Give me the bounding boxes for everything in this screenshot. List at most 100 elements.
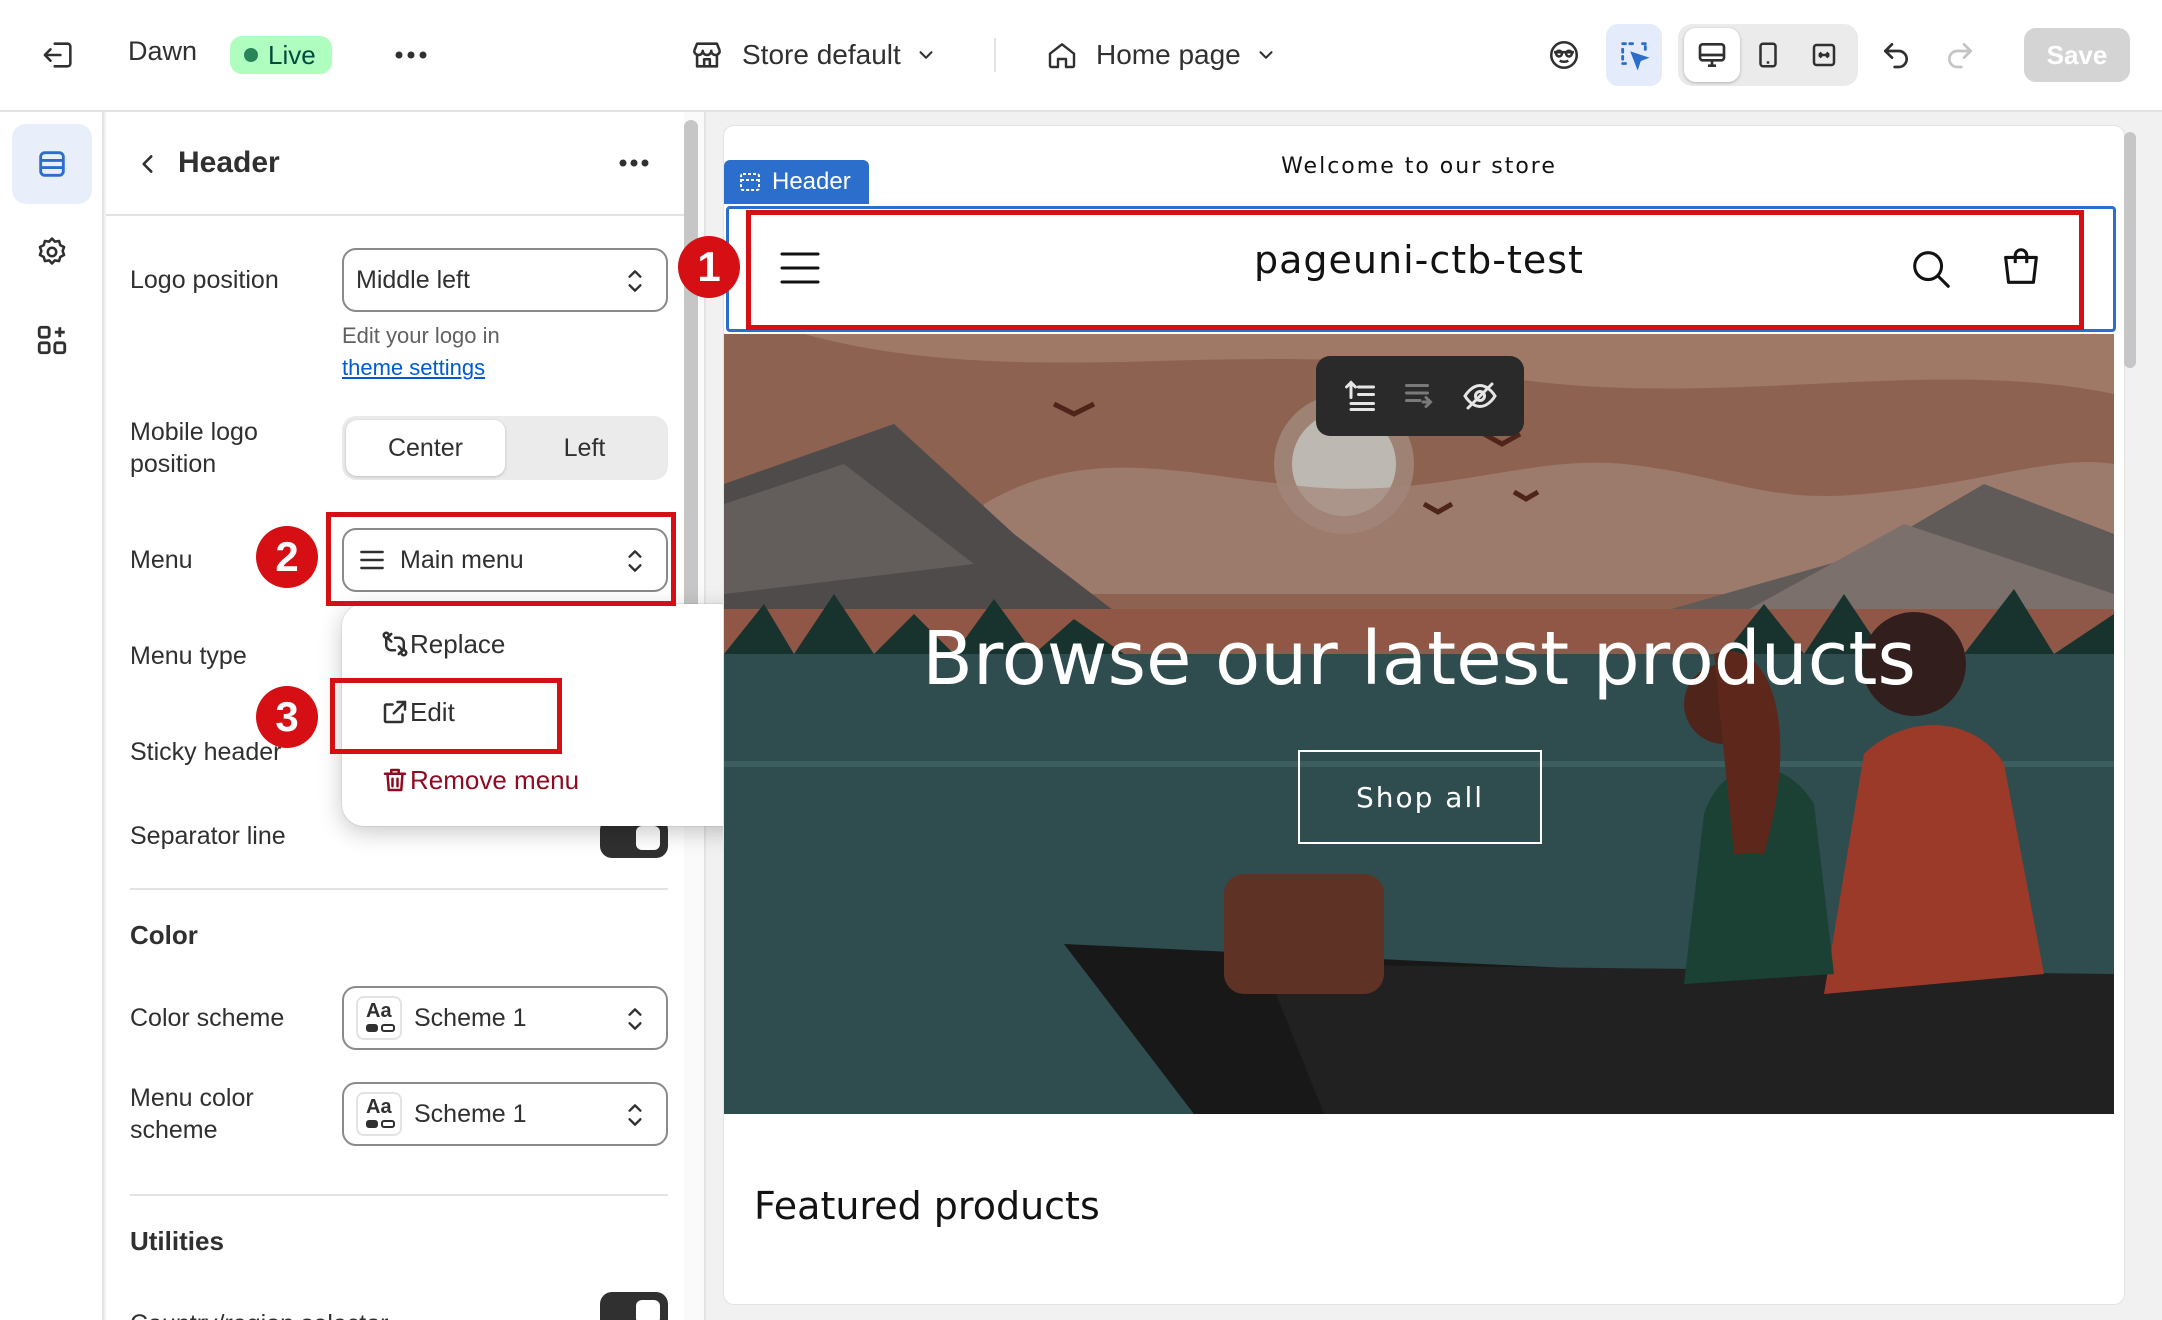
store-icon xyxy=(692,42,722,68)
utilities-section-title: Utilities xyxy=(130,1226,224,1256)
preview-inspector-button[interactable] xyxy=(1536,24,1592,86)
theme-settings-nav-button[interactable] xyxy=(12,212,92,292)
logo-position-label: Logo position xyxy=(130,266,279,294)
home-icon xyxy=(1048,43,1076,69)
theme-name: Dawn xyxy=(128,36,198,66)
panel-scrollbar[interactable] xyxy=(684,120,698,640)
theme-settings-link[interactable]: theme settings xyxy=(342,355,485,380)
live-dot-icon xyxy=(244,48,258,62)
preview-scrollbar[interactable] xyxy=(2124,132,2136,368)
header-section-tag[interactable]: Header xyxy=(724,160,869,204)
chevron-updown-icon xyxy=(628,270,642,292)
eye-off-icon[interactable] xyxy=(1462,378,1498,414)
logo-position-select[interactable]: Middle left xyxy=(342,248,668,312)
fullwidth-icon xyxy=(1812,43,1836,67)
more-horizontal-icon xyxy=(395,51,427,59)
mobile-view-button[interactable] xyxy=(1740,28,1796,82)
callout-number-2: 2 xyxy=(256,526,318,588)
country-selector-toggle[interactable] xyxy=(600,1292,668,1320)
callout-number-1: 1 xyxy=(678,236,740,298)
store-selector-label: Store default xyxy=(742,39,901,70)
panel-header: Header xyxy=(106,112,684,216)
back-button[interactable] xyxy=(126,142,170,186)
fullscreen-view-button[interactable] xyxy=(1796,28,1852,82)
announcement-bar[interactable]: Welcome to our store xyxy=(724,126,2114,206)
color-scheme-label: Color scheme xyxy=(130,1004,285,1032)
theme-more-button[interactable] xyxy=(386,30,436,80)
mobile-logo-label: Mobile logo position xyxy=(130,418,258,478)
menu-type-label: Menu type xyxy=(130,642,247,670)
undo-button[interactable] xyxy=(1868,24,1924,86)
mobile-icon xyxy=(1759,42,1777,68)
separator-line-label: Separator line xyxy=(130,822,286,850)
apps-icon xyxy=(37,325,67,355)
left-rail xyxy=(0,112,104,1320)
mobile-logo-segmented: Center Left xyxy=(342,416,668,480)
callout-number-3: 3 xyxy=(256,686,318,748)
menu-color-scheme-select[interactable]: Aa Scheme 1 xyxy=(342,1082,668,1146)
move-down-icon[interactable] xyxy=(1402,378,1438,414)
menu-label: Menu xyxy=(130,546,193,574)
callout-box-3 xyxy=(330,678,562,754)
page-selector-label: Home page xyxy=(1096,39,1241,70)
redo-button[interactable] xyxy=(1932,24,1988,86)
redo-icon xyxy=(1948,43,1972,69)
sticky-header-label: Sticky header xyxy=(130,738,282,766)
color-scheme-value: Scheme 1 xyxy=(414,1003,527,1032)
menu-color-scheme-label: Menu color scheme xyxy=(130,1084,254,1144)
live-badge: Live xyxy=(230,36,332,74)
apps-nav-button[interactable] xyxy=(12,300,92,380)
replace-label: Replace xyxy=(410,628,506,659)
header-tag-label: Header xyxy=(772,168,851,195)
swatch-glyph: Aa xyxy=(366,1096,392,1118)
select-inspect-button[interactable] xyxy=(1606,24,1662,86)
more-horizontal-icon xyxy=(619,159,649,167)
hero-illustration xyxy=(724,334,2114,1114)
menu-color-scheme-value: Scheme 1 xyxy=(414,1099,527,1128)
exit-button[interactable] xyxy=(34,30,84,80)
chevron-updown-icon xyxy=(628,1008,642,1030)
mobile-logo-center-option[interactable]: Center xyxy=(346,420,505,476)
callout-box-2 xyxy=(326,512,676,606)
move-up-icon[interactable] xyxy=(1342,378,1378,414)
color-scheme-select[interactable]: Aa Scheme 1 xyxy=(342,986,668,1050)
chevron-down-icon xyxy=(919,51,933,59)
swatch-glyph: Aa xyxy=(366,1000,392,1022)
section-icon xyxy=(740,173,760,191)
section-divider xyxy=(130,888,668,890)
color-section-title: Color xyxy=(130,920,198,950)
topbar-divider xyxy=(994,38,996,72)
replace-icon xyxy=(382,631,408,657)
logo-helper-line: Edit your logo in xyxy=(342,323,500,348)
undo-icon xyxy=(1884,43,1908,69)
chevron-down-icon xyxy=(1259,51,1273,59)
remove-menu-label: Remove menu xyxy=(410,764,580,795)
chevron-updown-icon xyxy=(628,1104,642,1126)
gear-icon xyxy=(38,237,66,265)
page-selector[interactable]: Home page xyxy=(1046,30,1277,80)
featured-products-title: Featured products xyxy=(754,1184,1100,1228)
logo-position-value: Middle left xyxy=(356,265,470,294)
hero-banner: Browse our latest products Shop all xyxy=(724,334,2114,1114)
section-more-button[interactable] xyxy=(606,138,662,188)
save-button[interactable]: Save xyxy=(2024,28,2130,82)
sections-nav-button[interactable] xyxy=(12,124,92,204)
mobile-logo-left-option[interactable]: Left xyxy=(505,420,664,476)
trash-icon xyxy=(383,768,407,792)
desktop-icon xyxy=(1698,42,1726,67)
chevron-left-icon xyxy=(142,155,153,173)
country-selector-label: Country/region selector xyxy=(130,1308,388,1320)
live-badge-label: Live xyxy=(268,39,316,70)
section-divider xyxy=(130,1194,668,1196)
sections-icon xyxy=(39,151,65,177)
store-selector[interactable]: Store default xyxy=(690,30,937,80)
desktop-view-button[interactable] xyxy=(1684,28,1740,82)
callout-box-1 xyxy=(746,210,2084,330)
color-scheme-swatch-icon: Aa xyxy=(356,996,402,1040)
inspector-face-icon xyxy=(1549,40,1579,70)
logo-helper-text: Edit your logo in theme settings xyxy=(342,320,500,384)
top-bar: Dawn Live Store default Home page Save xyxy=(0,0,2162,112)
hero-title: Browse our latest products xyxy=(922,616,1916,702)
select-cursor-icon xyxy=(1621,42,1650,71)
shop-all-button[interactable]: Shop all xyxy=(1298,750,1542,844)
